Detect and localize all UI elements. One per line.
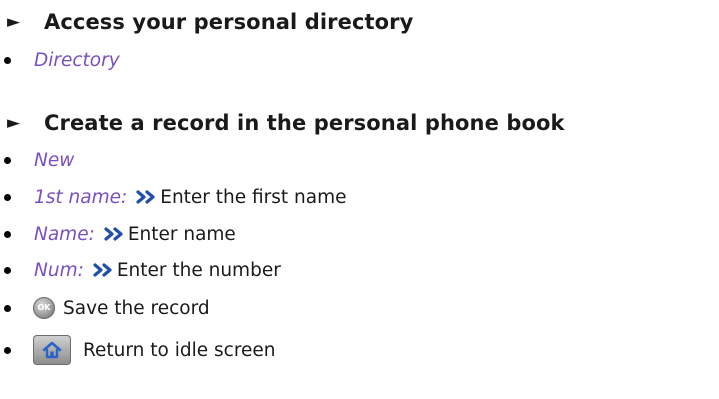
house-glyph — [42, 341, 62, 359]
double-chevron-icon — [136, 190, 155, 204]
menu-term-first-name: 1st name: — [34, 186, 128, 208]
instruction-text: Return to idle screen — [83, 339, 276, 361]
arrow-right-icon: ► — [7, 11, 21, 32]
list-item-name: Name: Enter name — [0, 218, 236, 250]
ok-key-label: OK — [37, 303, 51, 312]
ok-key-icon: OK — [33, 297, 55, 319]
double-chevron-icon — [104, 227, 123, 241]
instruction-text: Save the record — [63, 297, 210, 319]
bullet — [4, 230, 11, 238]
heading-text: Access your personal directory — [44, 10, 414, 34]
arrow-right-icon: ► — [7, 112, 21, 133]
heading-text: Create a record in the personal phone bo… — [44, 111, 565, 135]
list-item-save: OK Save the record — [0, 292, 210, 324]
menu-term-directory: Directory — [34, 49, 120, 71]
bullet — [4, 56, 11, 64]
bullet — [4, 156, 11, 164]
list-item-num: Num: Enter the number — [0, 254, 281, 286]
instruction-text: Enter the first name — [160, 186, 347, 208]
instruction-text: Enter name — [127, 223, 236, 245]
bullet — [4, 304, 11, 312]
list-item-return-idle: Return to idle screen — [0, 334, 276, 366]
section-heading-create-record: ► Create a record in the personal phone … — [0, 106, 565, 140]
menu-term-new: New — [34, 149, 75, 171]
bullet — [4, 346, 11, 354]
list-item-new: New — [0, 144, 74, 176]
section-heading-access-directory: ► Access your personal directory — [0, 5, 413, 39]
double-chevron-icon — [93, 263, 112, 277]
menu-term-name: Name: — [34, 223, 95, 245]
bullet — [4, 193, 11, 201]
menu-term-num: Num: — [34, 259, 84, 281]
instruction-text: Enter the number — [116, 259, 281, 281]
bullet — [4, 266, 11, 274]
list-item-directory: Directory — [0, 44, 120, 76]
home-key-icon — [33, 335, 71, 365]
list-item-first-name: 1st name: Enter the first name — [0, 181, 347, 213]
